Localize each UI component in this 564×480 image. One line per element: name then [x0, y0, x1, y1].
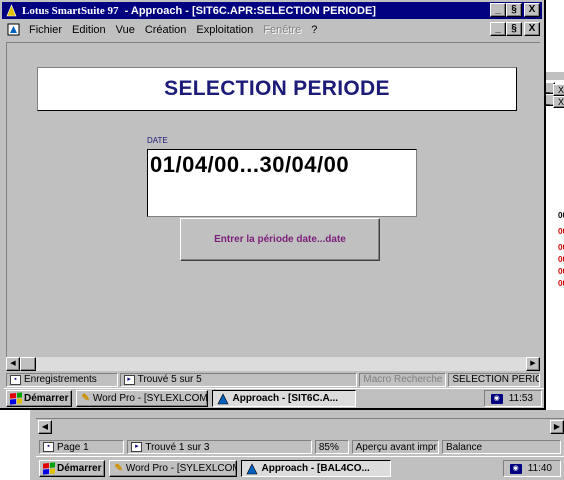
status-form-name[interactable]: SELECTION PERIODE	[448, 372, 540, 387]
find-icon: ▸	[131, 442, 143, 452]
horizontal-scrollbar[interactable]: ◀ ▶	[6, 357, 540, 371]
scrollbar-track[interactable]	[20, 357, 526, 371]
bg-status-balance[interactable]: Balance	[441, 440, 562, 454]
date-range-value: 01/04/00...30/04/00	[150, 152, 350, 177]
status-records[interactable]: ▪ Enregistrements	[6, 372, 118, 387]
task-word-pro[interactable]: ✎ Word Pro - [SYLEXLCOM...	[76, 390, 209, 407]
tray-icon[interactable]: ◉	[509, 463, 522, 474]
form-header-banner: SELECTION PERIODE	[37, 67, 517, 111]
status-found[interactable]: ▸ Trouvé 5 sur 5	[119, 372, 357, 387]
bg-close-button-2[interactable]: X	[553, 96, 564, 108]
status-macro[interactable]: Macro Recherche	[358, 372, 447, 387]
bg-scroll-right-button[interactable]: ▶	[550, 420, 564, 434]
task-approach[interactable]: Approach - [SIT6C.A...	[212, 390, 357, 407]
bg-clock: 11:40	[527, 463, 552, 474]
bg-status-bar: ▪ Page 1 ▸ Trouvé 1 sur 3 85% Aperçu ava…	[36, 438, 564, 456]
bg-cell: 00	[558, 211, 564, 220]
main-window: Lotus SmartSuite 97 - Approach - [SIT6C.…	[0, 0, 546, 410]
system-tray: ◉ 11:53	[483, 390, 542, 407]
doc-close-button[interactable]: X	[524, 22, 540, 36]
taskbar: Démarrer ✎ Word Pro - [SYLEXLCOM... Appr…	[4, 388, 544, 408]
menu-exploitation[interactable]: Exploitation	[191, 24, 258, 36]
lotus-app-icon	[4, 4, 18, 18]
bg-scroll-left-button[interactable]: ◀	[38, 420, 52, 434]
document-icon[interactable]	[6, 23, 20, 37]
date-range-field[interactable]: 01/04/00...30/04/00	[147, 149, 417, 217]
app-name: Lotus SmartSuite 97	[22, 4, 119, 17]
bg-cell: 00	[558, 227, 564, 236]
tray-icon[interactable]: ◉	[490, 393, 503, 404]
bg-system-tray: ◉ 11:40	[502, 460, 561, 477]
word-pro-icon: ✎	[114, 462, 123, 474]
scroll-right-button[interactable]: ▶	[526, 357, 540, 371]
clock: 11:53	[508, 393, 533, 404]
window-title: - Approach - [SIT6C.APR:SELECTION PERIOD…	[124, 4, 376, 17]
title-bar[interactable]: Lotus SmartSuite 97 - Approach - [SIT6C.…	[2, 2, 542, 19]
bg-status-found[interactable]: ▸ Trouvé 1 sur 3	[127, 440, 312, 454]
bg-status-zoom[interactable]: 85%	[314, 440, 349, 454]
form-title: SELECTION PERIODE	[164, 77, 390, 100]
menu-fichier[interactable]: Fichier	[24, 24, 67, 36]
menu-bar: Fichier Edition Vue Création Exploitatio…	[2, 20, 542, 39]
windows-logo-icon	[10, 392, 22, 405]
bg-start-button[interactable]: Démarrer	[39, 460, 106, 477]
enter-period-button-label: Entrer la période date...date	[214, 234, 346, 245]
status-bar: ▪ Enregistrements ▸ Trouvé 5 sur 5 Macro…	[6, 372, 540, 387]
approach-icon	[217, 392, 229, 405]
bg-status-page: ▪ Page 1	[39, 440, 125, 454]
form-canvas: SELECTION PERIODE DATE 01/04/00...30/04/…	[6, 42, 540, 358]
bg-task-approach[interactable]: Approach - [BAL4CO...	[241, 460, 392, 477]
start-button[interactable]: Démarrer	[6, 390, 73, 407]
page-icon: ▪	[43, 442, 54, 452]
word-pro-icon: ✎	[81, 392, 90, 404]
enter-period-button[interactable]: Entrer la période date...date	[180, 218, 380, 261]
minimize-button[interactable]: _	[490, 3, 506, 17]
scroll-left-button[interactable]: ◀	[6, 357, 20, 371]
close-button[interactable]: X	[524, 3, 540, 17]
find-icon: ▸	[123, 374, 135, 385]
menu-creation[interactable]: Création	[140, 24, 192, 36]
scrollbar-thumb[interactable]	[20, 357, 36, 371]
menu-fenetre[interactable]: Fenêtre	[258, 24, 306, 36]
maximize-button[interactable]: §	[506, 3, 522, 17]
bg-cell: 00	[558, 255, 564, 264]
approach-icon	[246, 462, 258, 475]
bg-cell: 00	[558, 267, 564, 276]
menu-edition[interactable]: Edition	[67, 24, 111, 36]
menu-help[interactable]: ?	[306, 24, 322, 36]
windows-logo-icon	[43, 462, 55, 475]
date-field-label: DATE	[147, 136, 168, 145]
doc-maximize-button[interactable]: §	[506, 22, 522, 36]
bg-cell: 00	[558, 279, 564, 288]
bg-status-preview[interactable]: Aperçu avant impr	[351, 440, 439, 454]
bg-cell: 00	[558, 243, 564, 252]
records-icon: ▪	[10, 374, 21, 385]
doc-minimize-button[interactable]: _	[490, 22, 506, 36]
bg-horizontal-scrollbar[interactable]: ◀ ▶	[36, 418, 564, 436]
bg-task-word-pro[interactable]: ✎ Word Pro - [SYLEXLCOM...	[109, 460, 238, 477]
bg-taskbar: Démarrer ✎ Word Pro - [SYLEXLCOM... Appr…	[36, 456, 564, 480]
menu-vue[interactable]: Vue	[111, 24, 140, 36]
